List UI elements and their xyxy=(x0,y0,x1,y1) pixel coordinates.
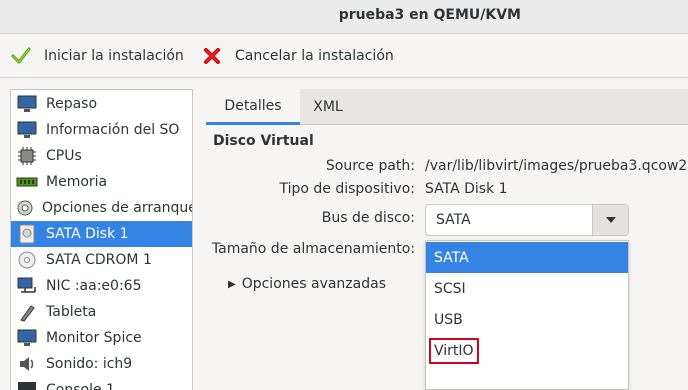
monitor-info-icon xyxy=(15,119,39,141)
bus-option-virtio[interactable]: VirtIO xyxy=(426,335,628,366)
toolbar: Iniciar la instalación Cancelar la insta… xyxy=(0,34,688,78)
sidebar-item-label: Repaso xyxy=(46,96,98,112)
tab-xml[interactable]: XML xyxy=(300,89,356,125)
tab-bar: Detalles XML xyxy=(206,89,688,125)
disk-bus-label: Bus de disco: xyxy=(321,210,415,226)
sidebar-item-sata-cdrom[interactable]: SATA CDROM 1 xyxy=(11,247,192,273)
bus-dropdown-list: SATA SCSI USB VirtIO xyxy=(425,240,629,390)
bus-option-label: SCSI xyxy=(434,280,466,297)
x-icon xyxy=(201,45,223,67)
begin-install-button[interactable]: Iniciar la instalación xyxy=(10,44,184,68)
sidebar-item-label: SATA CDROM 1 xyxy=(46,252,152,268)
bus-option-label: SATA xyxy=(434,249,469,266)
tablet-icon xyxy=(15,301,39,323)
sidebar-item-console[interactable]: Console 1 xyxy=(11,377,192,390)
cancel-install-label: Cancelar la instalación xyxy=(235,48,394,64)
sidebar-item-label: Console 1 xyxy=(46,382,115,390)
advanced-options-label: Opciones avanzadas xyxy=(241,276,386,292)
sidebar-item-label: Información del SO xyxy=(46,122,180,138)
network-icon xyxy=(15,275,39,297)
gear-icon xyxy=(15,197,35,219)
bus-option-sata[interactable]: SATA xyxy=(426,242,628,273)
expander-arrow-icon: ▶ xyxy=(228,278,236,290)
begin-install-label: Iniciar la instalación xyxy=(44,48,184,64)
storage-size-label: Tamaño de almacenamiento: xyxy=(211,241,415,257)
device-type-value: SATA Disk 1 xyxy=(425,181,508,197)
bus-option-label: VirtIO xyxy=(429,337,479,364)
sidebar-item-memory[interactable]: Memoria xyxy=(11,169,192,195)
sidebar-item-label: NIC :aa:e0:65 xyxy=(46,278,142,294)
source-path-value: /var/lib/libvirt/images/prueba3.qcow2 xyxy=(425,158,688,174)
sidebar-item-label: Monitor Spice xyxy=(46,330,142,346)
cdrom-icon xyxy=(15,249,39,271)
sidebar-item-label: CPUs xyxy=(46,148,82,164)
monitor-icon xyxy=(15,93,39,115)
source-path-label: Source path: xyxy=(325,158,415,174)
sidebar-item-spice-monitor[interactable]: Monitor Spice xyxy=(11,325,192,351)
monitor-icon xyxy=(15,327,39,349)
bus-option-scsi[interactable]: SCSI xyxy=(426,273,628,304)
section-title: Disco Virtual xyxy=(213,133,314,149)
sidebar-item-label: Tableta xyxy=(46,304,97,320)
title-bar: prueba3 en QEMU/KVM xyxy=(0,0,688,34)
hardware-list: Repaso Información del SO CPUs Memoria O… xyxy=(10,89,193,390)
disk-icon xyxy=(15,223,39,245)
sidebar-item-sound[interactable]: Sonido: ich9 xyxy=(11,351,192,377)
sidebar-item-overview[interactable]: Repaso xyxy=(11,91,192,117)
advanced-options-expander[interactable]: ▶ Opciones avanzadas xyxy=(228,276,386,292)
window-title: prueba3 en QEMU/KVM xyxy=(338,7,521,23)
speaker-icon xyxy=(15,353,39,375)
cancel-install-button[interactable]: Cancelar la instalación xyxy=(201,44,394,68)
chevron-down-icon xyxy=(605,212,617,228)
cpu-icon xyxy=(15,145,39,167)
console-icon xyxy=(15,379,39,390)
sidebar-item-sata-disk[interactable]: SATA Disk 1 xyxy=(11,221,192,247)
tab-details[interactable]: Detalles xyxy=(206,89,300,125)
bus-option-usb[interactable]: USB xyxy=(426,304,628,335)
sidebar-item-nic[interactable]: NIC :aa:e0:65 xyxy=(11,273,192,299)
dropdown-button[interactable] xyxy=(592,205,628,235)
sidebar-item-cpus[interactable]: CPUs xyxy=(11,143,192,169)
sidebar-item-label: SATA Disk 1 xyxy=(46,226,129,242)
sidebar-item-label: Opciones de arranque xyxy=(42,200,193,216)
checkmark-icon xyxy=(10,45,32,67)
sidebar-item-boot-options[interactable]: Opciones de arranque xyxy=(11,195,192,221)
device-type-label: Tipo de dispositivo: xyxy=(279,181,415,197)
disk-bus-value: SATA xyxy=(436,212,471,228)
memory-icon xyxy=(15,171,39,193)
sidebar-item-tablet[interactable]: Tableta xyxy=(11,299,192,325)
disk-bus-combo[interactable]: SATA xyxy=(425,204,629,236)
sidebar-item-label: Memoria xyxy=(46,174,108,190)
sidebar-item-os-info[interactable]: Información del SO xyxy=(11,117,192,143)
sidebar-item-label: Sonido: ich9 xyxy=(46,356,133,372)
bus-option-label: USB xyxy=(434,311,463,328)
